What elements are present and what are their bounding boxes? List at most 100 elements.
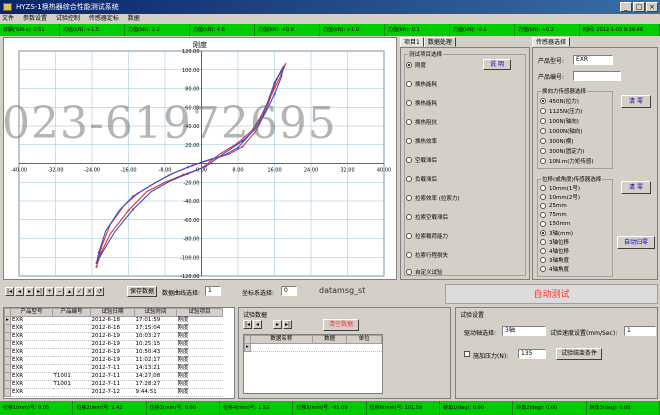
radio-icon <box>540 239 546 245</box>
prev-record-icon[interactable]: ◂ <box>15 287 24 296</box>
reading-6: 力值(kN): 0.1 <box>385 24 450 36</box>
table-row[interactable]: ▸ EXR 2012-6-18 17:01:59 刚度 <box>4 316 223 325</box>
product-model-field[interactable]: EXR <box>573 55 613 65</box>
option-6[interactable]: 负载滞后 <box>406 174 437 184</box>
auto-test-button[interactable]: 自动测试 <box>445 284 658 304</box>
x-tick-label: 40.00 <box>377 168 391 174</box>
help-button[interactable]: 说 明 <box>483 59 511 70</box>
chart-title: 刚度 <box>193 41 207 49</box>
option-1[interactable]: 换热能耗 <box>406 79 437 89</box>
post-record-icon[interactable]: ✓ <box>75 287 84 296</box>
force-sensor-1[interactable]: 1125N(压力) <box>540 106 582 116</box>
end-condition-button[interactable]: 试验结束条件 <box>556 348 602 360</box>
option-9[interactable]: 拉索载荷能力 <box>406 231 448 241</box>
data-point <box>273 93 276 96</box>
first-icon[interactable]: |◂ <box>243 320 252 329</box>
drive-axis-select[interactable]: 3轴 <box>502 326 546 336</box>
radio-icon <box>540 266 546 272</box>
col-data-name[interactable]: 数据名称 <box>250 335 313 344</box>
status-6: 转角1(deg): 0.00 <box>440 401 514 415</box>
disp-sensor-9[interactable]: 4轴角度 <box>540 264 569 274</box>
table-row[interactable]: EXR 2012-6-19 10:50:43 刚度 <box>4 348 223 357</box>
last-icon[interactable]: ▸| <box>283 320 292 329</box>
radio-icon <box>540 230 546 236</box>
option-7[interactable]: 拉索效率 (拉索力) <box>406 193 460 203</box>
readings-bar: 日期(%M·s): 0.51 力值(kN): +1.5 力值(kN): 2.2 … <box>0 24 660 36</box>
force-sensor-4[interactable]: 300N(横) <box>540 136 573 146</box>
app-icon <box>3 3 12 11</box>
option-11[interactable]: 自定义试验 <box>406 267 443 277</box>
col-product-model[interactable]: 产品型号 <box>10 308 53 317</box>
menu-file[interactable]: 文件 <box>2 15 14 22</box>
option-3[interactable]: 换热阻抗 <box>406 117 437 127</box>
product-number-field[interactable] <box>573 71 621 81</box>
data-point <box>241 145 244 148</box>
refresh-record-icon[interactable]: ↺ <box>95 287 104 296</box>
data-point <box>273 81 276 84</box>
force-sensor-3[interactable]: 1000N(轴向) <box>540 126 582 136</box>
coord-spinner[interactable]: 0 <box>281 286 297 296</box>
col-data-value[interactable]: 数据 <box>311 335 348 344</box>
minimize-button[interactable]: _ <box>620 2 632 12</box>
tab-strip: 项目1 数据处理 <box>400 37 456 47</box>
col-test-item[interactable]: 试验项目 <box>176 308 223 317</box>
table-row[interactable]: EXR 2012-6-19 11:02:17 刚度 <box>4 356 223 365</box>
col-product-number[interactable]: 产品编号 <box>52 308 91 317</box>
option-2[interactable]: 换热能耗 <box>406 98 437 108</box>
next-record-icon[interactable]: ▸ <box>25 287 34 296</box>
menu-sensor-calibration[interactable]: 传感器定标 <box>89 15 119 22</box>
col-test-date[interactable]: 试验日期 <box>90 308 135 317</box>
last-record-icon[interactable]: ▸| <box>35 287 44 296</box>
edit-record-icon[interactable]: ▴ <box>65 287 74 296</box>
y-tick-label: -20.00 <box>183 180 199 186</box>
table-row[interactable]: EXR T1001 2012-7-11 14:27:08 刚度 <box>4 372 223 381</box>
x-tick-label: -40.00 <box>11 168 27 174</box>
close-button[interactable]: × <box>646 2 658 12</box>
prev-icon[interactable]: ◂ <box>253 320 262 329</box>
radio-icon <box>540 257 546 263</box>
force-sensor-2[interactable]: 100N(轴向) <box>540 116 579 126</box>
table-row[interactable]: EXR 2012-6-19 10:25:15 刚度 <box>4 340 223 349</box>
clear-data-button[interactable]: 清空数据 <box>323 319 359 331</box>
auto-zero-button[interactable]: 自动归零 <box>617 236 655 249</box>
table-row[interactable]: EXR 2012-6-19 10:03:27 刚度 <box>4 332 223 341</box>
data-curve-spinner[interactable]: 1 <box>205 286 221 296</box>
table-row[interactable]: EXR 2012-7-11 14:13:21 刚度 <box>4 364 223 373</box>
force-sensor-0[interactable]: 450N(拉力) <box>540 96 579 106</box>
option-10[interactable]: 拉索行程损失 <box>406 250 448 260</box>
clear-displacement-button[interactable]: 清 零 <box>621 181 651 194</box>
tab-sensor-select[interactable]: 传感器选择 <box>532 37 571 47</box>
table-row[interactable]: EXR T1001 2012-7-11 17:28:27 刚度 <box>4 380 223 389</box>
apply-load-field[interactable]: 135 <box>518 349 546 359</box>
table-row[interactable]: EXR 2012-7-12 9:44:51 刚度 <box>4 388 223 397</box>
first-record-icon[interactable]: |◂ <box>5 287 14 296</box>
apply-load-checkbox[interactable] <box>464 351 470 357</box>
sensor-panel: 产品型号: EXR 产品编号: 换向力传感器选择 450N(拉力) 1125N(… <box>532 47 658 280</box>
data-curve-label: 数据曲线选择: <box>162 290 201 297</box>
table-row[interactable]: ▸ <box>244 343 382 352</box>
y-tick-label: -100.00 <box>180 255 199 261</box>
option-4[interactable]: 换热效率 <box>406 136 437 146</box>
tab-project1[interactable]: 项目1 <box>400 37 424 47</box>
force-sensor-6[interactable]: 10N.m(力矩传感) <box>540 156 594 166</box>
menu-parameters[interactable]: 参数设置 <box>23 15 47 22</box>
clear-force-button[interactable]: 清 零 <box>621 95 651 108</box>
force-sensor-5[interactable]: 300N(固定力) <box>540 146 584 156</box>
save-data-button[interactable]: 保存数据 <box>127 286 157 297</box>
menu-test-control[interactable]: 试验控制 <box>56 15 80 22</box>
delete-record-icon[interactable]: − <box>55 287 64 296</box>
option-stiffness[interactable]: 刚度 <box>406 60 426 70</box>
next-icon[interactable]: ▸ <box>273 320 282 329</box>
maximize-button[interactable]: □ <box>633 2 645 12</box>
col-test-time[interactable]: 试验时间 <box>134 308 177 317</box>
col-data-unit[interactable]: 单位 <box>346 335 382 344</box>
tab-data-processing[interactable]: 数据处理 <box>423 37 456 47</box>
test-speed-field[interactable]: 1 <box>624 326 656 336</box>
y-tick-label: 20.00 <box>185 143 199 149</box>
table-row[interactable]: EXR 2012-6-18 17:15:04 刚度 <box>4 324 223 333</box>
add-record-icon[interactable]: + <box>45 287 54 296</box>
option-5[interactable]: 空载滞后 <box>406 155 437 165</box>
cancel-record-icon[interactable]: × <box>85 287 94 296</box>
option-8[interactable]: 拉索空载滞后 <box>406 212 448 222</box>
menu-data[interactable]: 数据 <box>128 15 140 22</box>
